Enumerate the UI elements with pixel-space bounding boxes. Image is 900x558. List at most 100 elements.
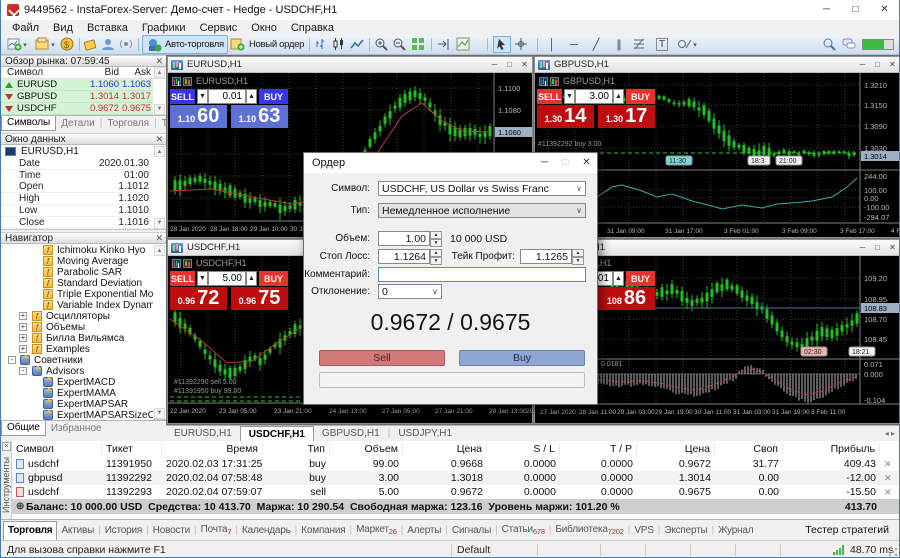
scroll-down-icon[interactable]: ▼ bbox=[154, 104, 165, 115]
navigator-item-12[interactable]: ExpertMACD bbox=[1, 377, 153, 388]
panel-volume-input[interactable]: 3.00 bbox=[575, 89, 613, 104]
volume-down-button[interactable]: ▼ bbox=[564, 89, 575, 104]
minimize-button[interactable]: ─ bbox=[812, 0, 841, 20]
terminal-tab-4[interactable]: Почта7 bbox=[197, 521, 236, 540]
terminal-tab-1[interactable]: Активы bbox=[57, 522, 98, 540]
resize-grip[interactable] bbox=[889, 548, 897, 556]
chart-tab-0[interactable]: EURUSD,H1 bbox=[166, 428, 240, 439]
menu-item-4[interactable]: Сервис bbox=[193, 22, 245, 34]
panel-buy-button[interactable]: BUY bbox=[259, 271, 288, 286]
chart-tab-3[interactable]: USDJPY,H1 bbox=[390, 428, 460, 439]
chart-close-button[interactable]: ✕ bbox=[885, 57, 900, 72]
data-scroll-up-icon[interactable]: ▲ bbox=[154, 146, 165, 157]
panel-buy-button[interactable]: BUY bbox=[626, 89, 655, 104]
navigator-item-6[interactable]: +fОсцилляторы bbox=[1, 311, 153, 322]
market-watch-tab-0[interactable]: Символы bbox=[1, 116, 56, 131]
terminal-tab-7[interactable]: Маркет26 bbox=[352, 521, 401, 540]
data-scroll-down-icon[interactable]: ▼ bbox=[154, 218, 165, 229]
navigator-close-icon[interactable]: ✕ bbox=[155, 233, 163, 244]
menu-item-1[interactable]: Вид bbox=[46, 22, 80, 34]
bars-chart-button[interactable] bbox=[313, 36, 331, 53]
new-order-button[interactable]: Новый ордер bbox=[227, 35, 307, 54]
zoom-out-button[interactable] bbox=[391, 36, 409, 53]
tile-windows-button[interactable] bbox=[409, 36, 429, 53]
status-profile[interactable]: Default bbox=[457, 544, 490, 556]
panel-sell-button[interactable]: SELL bbox=[170, 89, 195, 104]
chart-maximize-button[interactable]: □ bbox=[502, 57, 517, 72]
navigator-item-13[interactable]: ExpertMAMA bbox=[1, 388, 153, 399]
market-watch-tab-3[interactable]: Тики bbox=[157, 118, 166, 129]
sell-button[interactable]: Sell bbox=[319, 350, 445, 366]
chart-close-button[interactable]: ✕ bbox=[885, 240, 900, 255]
volume-up-button[interactable]: ▲ bbox=[246, 89, 257, 104]
terminal-tab-8[interactable]: Алерты bbox=[403, 522, 445, 540]
volume-down-button[interactable]: ▼ bbox=[197, 271, 208, 286]
takeprofit-spinner[interactable]: ▲▼ bbox=[572, 249, 584, 264]
deviation-select[interactable]: 0∨ bbox=[378, 284, 442, 299]
panel-buy-button[interactable]: BUY bbox=[626, 271, 655, 286]
profiles-button[interactable]: ▾ bbox=[32, 36, 58, 53]
navigator-item-9[interactable]: +fExamples bbox=[1, 344, 153, 355]
panel-bid-price[interactable]: 0.9672 bbox=[170, 287, 227, 310]
terminal-tab-13[interactable]: Эксперты bbox=[660, 522, 711, 540]
takeprofit-input[interactable]: 1.1265 bbox=[520, 249, 572, 264]
vline-button[interactable]: │ bbox=[543, 36, 561, 53]
market-watch-tab-2[interactable]: Торговля bbox=[102, 118, 154, 129]
navigator-item-4[interactable]: fTriple Exponential Movin bbox=[1, 289, 153, 300]
navigator-item-0[interactable]: fIchimoku Kinko Hyo bbox=[1, 245, 153, 256]
dialog-minimize-button[interactable]: ─ bbox=[534, 153, 555, 173]
chat-icon[interactable] bbox=[841, 36, 859, 53]
chart-tab-2[interactable]: GBPUSD,H1 bbox=[314, 428, 388, 439]
panel-volume-input[interactable]: 0.01 bbox=[208, 89, 246, 104]
panel-sell-button[interactable]: SELL bbox=[170, 271, 195, 286]
fibonacci-button[interactable] bbox=[631, 36, 649, 53]
comment-input[interactable] bbox=[378, 267, 586, 282]
scroll-up-icon[interactable]: ▲ bbox=[154, 67, 165, 78]
collapse-icon[interactable]: - bbox=[19, 367, 27, 375]
nav-scroll-up-icon[interactable]: ▲ bbox=[154, 245, 165, 256]
volume-up-button[interactable]: ▲ bbox=[613, 89, 624, 104]
hline-button[interactable]: ─ bbox=[565, 36, 583, 53]
panel-volume-input[interactable]: 5.00 bbox=[208, 271, 246, 286]
terminal-tab-10[interactable]: Статьи678 bbox=[498, 521, 549, 540]
stoploss-spinner[interactable]: ▲▼ bbox=[430, 249, 442, 264]
text-button[interactable]: T bbox=[653, 36, 671, 53]
crosshair-button[interactable] bbox=[513, 36, 531, 53]
indicators-button[interactable] bbox=[453, 36, 475, 53]
expand-icon[interactable]: + bbox=[19, 312, 27, 320]
expand-icon[interactable]: + bbox=[19, 345, 27, 353]
maximize-button[interactable]: □ bbox=[841, 0, 870, 20]
volume-up-button[interactable]: ▲ bbox=[613, 271, 624, 286]
shapes-button[interactable]: ▾ bbox=[675, 36, 699, 53]
signals-button[interactable] bbox=[118, 36, 136, 53]
panel-bid-price[interactable]: 1.1060 bbox=[170, 105, 227, 128]
terminal-tab-0[interactable]: Торговля bbox=[3, 521, 57, 540]
channel-button[interactable]: ∥ bbox=[609, 36, 627, 53]
menu-item-6[interactable]: Справка bbox=[284, 22, 341, 34]
zoom-in-button[interactable] bbox=[373, 36, 391, 53]
navigator-item-11[interactable]: -Advisors bbox=[1, 366, 153, 377]
navigator-tab-0[interactable]: Общие bbox=[1, 421, 46, 436]
close-position-icon[interactable]: ✕ bbox=[880, 487, 898, 498]
close-position-icon[interactable]: ✕ bbox=[880, 473, 898, 484]
market-watch-tab-1[interactable]: Детали bbox=[56, 118, 99, 129]
terminal-tab-3[interactable]: Новости bbox=[149, 522, 194, 540]
expand-icon[interactable]: + bbox=[19, 334, 27, 342]
chart-maximize-button[interactable]: □ bbox=[870, 57, 885, 72]
chart-minimize-button[interactable]: ─ bbox=[487, 57, 502, 72]
trendline-button[interactable]: ╱ bbox=[587, 36, 605, 53]
panel-ask-price[interactable]: 10886 bbox=[598, 287, 655, 310]
navigator-item-2[interactable]: fParabolic SAR bbox=[1, 267, 153, 278]
chart-minimize-button[interactable]: ─ bbox=[855, 240, 870, 255]
expand-icon[interactable]: + bbox=[19, 323, 27, 331]
type-select[interactable]: Немедленное исполнение∨ bbox=[378, 203, 586, 218]
market-watch-button[interactable]: $ bbox=[59, 36, 77, 53]
close-button[interactable]: ✕ bbox=[870, 0, 899, 20]
panel-ask-price[interactable]: 1.1063 bbox=[231, 105, 288, 128]
terminal-tab-5[interactable]: Календарь bbox=[238, 522, 295, 540]
terminal-tab-11[interactable]: Библиотека7202 bbox=[551, 521, 627, 540]
chart-minimize-button[interactable]: ─ bbox=[855, 57, 870, 72]
chart-close-button[interactable]: ✕ bbox=[517, 57, 532, 72]
terminal-tab-14[interactable]: Журнал bbox=[714, 522, 757, 540]
volume-up-button[interactable]: ▲ bbox=[246, 271, 257, 286]
